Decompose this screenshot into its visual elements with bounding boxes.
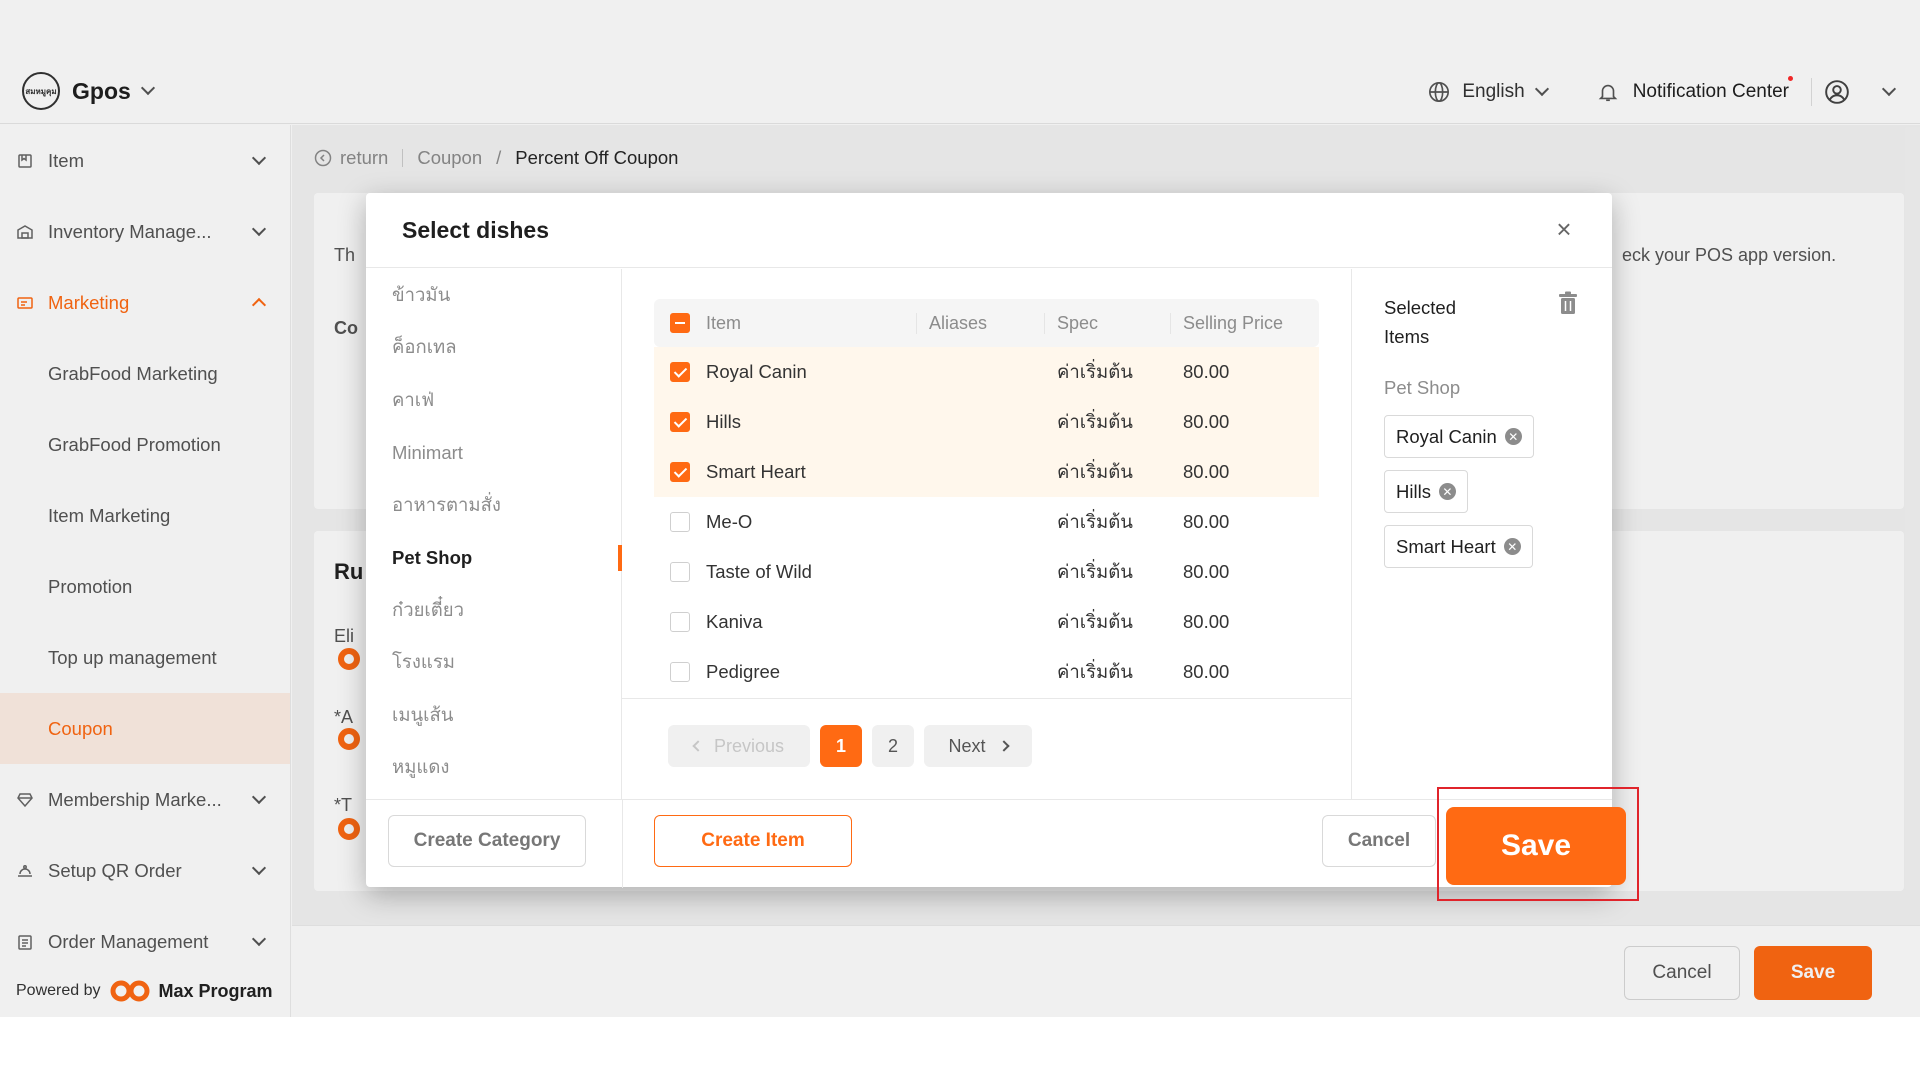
row-checkbox[interactable] [670, 362, 690, 382]
modal-footer: Create Category Create Item Cancel Save [366, 799, 1626, 888]
cell-price: 80.00 [1183, 661, 1230, 682]
cell-price: 80.00 [1183, 461, 1230, 482]
cell-price: 80.00 [1183, 561, 1230, 582]
category-item[interactable]: หมูแดง [366, 742, 621, 795]
cell-spec: ค่าเริ่มต้น [1057, 510, 1133, 532]
cell-spec: ค่าเริ่มต้น [1057, 660, 1133, 682]
category-item[interactable]: ก๋วยเตี๋ยว [366, 584, 621, 637]
modal-header: Select dishes × [366, 193, 1612, 268]
cell-spec: ค่าเริ่มต้น [1057, 460, 1133, 482]
cell-spec: ค่าเริ่มต้น [1057, 410, 1133, 432]
table-row[interactable]: Me-O ค่าเริ่มต้น 80.00 [654, 497, 1319, 547]
category-item[interactable]: โรงแรม [366, 637, 621, 690]
category-item[interactable]: อาหารตามสั่ง [366, 479, 621, 532]
cell-price: 80.00 [1183, 361, 1230, 382]
tag-label: Royal Canin [1396, 425, 1497, 447]
table-row[interactable]: Royal Canin ค่าเริ่มต้น 80.00 [654, 347, 1319, 397]
previous-page-button[interactable]: Previous [668, 725, 810, 767]
row-checkbox[interactable] [670, 412, 690, 432]
category-item-active[interactable]: Pet Shop [366, 532, 622, 585]
close-icon[interactable]: × [1552, 214, 1576, 244]
row-checkbox[interactable] [670, 512, 690, 532]
category-item[interactable]: เมนูเส้น [366, 689, 621, 742]
category-item[interactable]: ข้าวมัน [366, 269, 621, 322]
next-page-button[interactable]: Next [924, 725, 1032, 767]
create-item-button[interactable]: Create Item [654, 815, 852, 867]
cell-spec: ค่าเริ่มต้น [1057, 360, 1133, 382]
page-2-button[interactable]: 2 [872, 725, 914, 767]
header-spec: Spec [1044, 312, 1170, 334]
cell-item: Hills [706, 411, 741, 432]
next-label: Next [948, 735, 986, 756]
selected-tag: Royal Canin ✕ [1384, 415, 1534, 458]
table-row[interactable]: Taste of Wild ค่าเริ่มต้น 80.00 [654, 547, 1319, 597]
category-list: ข้าวมัน ค็อกเทล คาเฟ่ Minimart อาหารตามส… [366, 269, 622, 799]
category-item[interactable]: ค็อกเทล [366, 322, 621, 375]
cell-item: Pedigree [706, 661, 781, 682]
table-divider [622, 698, 1352, 699]
modal-cancel-button[interactable]: Cancel [1322, 815, 1436, 867]
cell-spec: ค่าเริ่มต้น [1057, 560, 1133, 582]
cell-item: Me-O [706, 511, 753, 532]
cell-item: Taste of Wild [706, 561, 812, 582]
row-checkbox[interactable] [670, 462, 690, 482]
pagination: Previous 1 2 Next [668, 725, 1032, 767]
tag-label: Smart Heart [1396, 535, 1496, 557]
header-item: Item [706, 312, 742, 333]
row-checkbox[interactable] [670, 612, 690, 632]
selected-group-label: Pet Shop [1384, 377, 1461, 398]
remove-tag-icon[interactable]: ✕ [1504, 428, 1522, 445]
item-table: Item Aliases Spec Selling Price Royal Ca… [654, 299, 1319, 697]
chevron-left-icon [692, 740, 704, 752]
page-1-button[interactable]: 1 [820, 725, 862, 767]
modal-title: Select dishes [402, 216, 550, 243]
tag-label: Hills [1396, 480, 1431, 502]
cell-price: 80.00 [1183, 411, 1230, 432]
table-row[interactable]: Pedigree ค่าเริ่มต้น 80.00 [654, 647, 1319, 697]
selected-items-panel: Selected Items Pet Shop Royal Canin ✕ Hi… [1352, 269, 1612, 799]
category-item[interactable]: คาเฟ่ [366, 374, 621, 427]
remove-tag-icon[interactable]: ✕ [1503, 538, 1521, 555]
footer-divider [622, 800, 623, 888]
item-table-panel: Item Aliases Spec Selling Price Royal Ca… [622, 269, 1352, 799]
selected-tag: Smart Heart ✕ [1384, 525, 1533, 568]
chevron-right-icon [997, 740, 1010, 752]
row-checkbox[interactable] [670, 662, 690, 682]
select-all-checkbox[interactable] [670, 313, 690, 333]
cell-spec: ค่าเริ่มต้น [1057, 610, 1133, 632]
selected-items-title: Selected Items [1384, 297, 1456, 347]
selected-tag: Hills ✕ [1384, 470, 1468, 513]
previous-label: Previous [713, 735, 785, 756]
cell-price: 80.00 [1183, 511, 1230, 532]
remove-tag-icon[interactable]: ✕ [1438, 483, 1456, 500]
table-row[interactable]: Hills ค่าเริ่มต้น 80.00 [654, 397, 1319, 447]
header-aliases: Aliases [916, 312, 1044, 334]
table-row[interactable]: Kaniva ค่าเริ่มต้น 80.00 [654, 597, 1319, 647]
save-highlight-box [1437, 787, 1639, 901]
cell-item: Kaniva [706, 611, 763, 632]
category-item[interactable]: Minimart [366, 427, 621, 480]
header-price: Selling Price [1170, 312, 1319, 334]
cell-item: Royal Canin [706, 361, 807, 382]
cell-price: 80.00 [1183, 611, 1230, 632]
select-dishes-modal: Select dishes × ข้าวมัน ค็อกเทล คาเฟ่ Mi… [366, 193, 1626, 888]
table-header: Item Aliases Spec Selling Price [654, 299, 1319, 347]
table-row[interactable]: Smart Heart ค่าเริ่มต้น 80.00 [654, 447, 1319, 497]
trash-icon[interactable] [1558, 291, 1578, 315]
cell-item: Smart Heart [706, 461, 806, 482]
create-category-button[interactable]: Create Category [388, 815, 586, 867]
row-checkbox[interactable] [670, 562, 690, 582]
